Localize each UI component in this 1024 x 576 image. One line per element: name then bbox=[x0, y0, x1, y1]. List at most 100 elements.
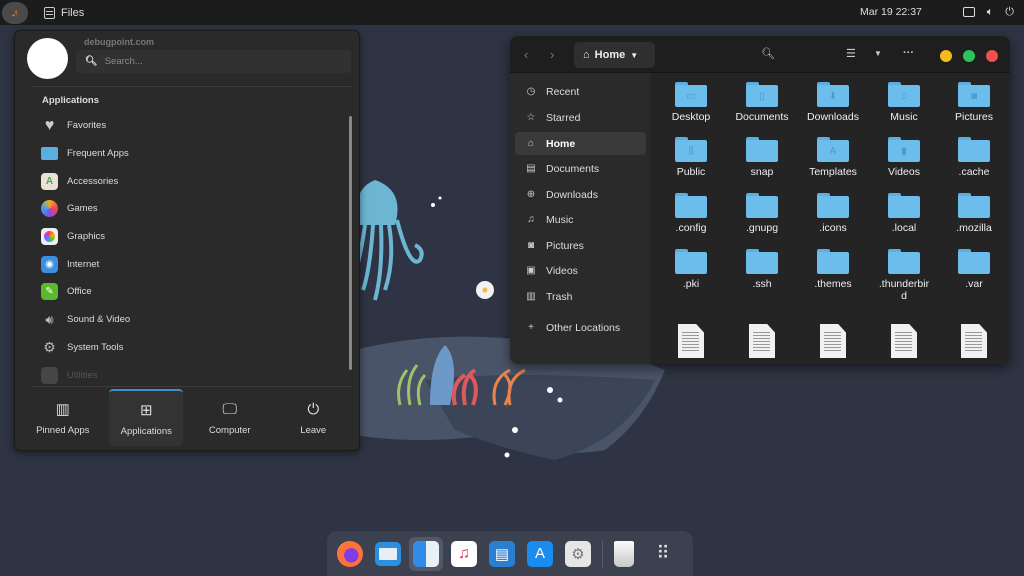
dock-app-store[interactable]: A bbox=[526, 540, 554, 568]
forward-button[interactable]: › bbox=[550, 47, 554, 62]
notifications-icon[interactable] bbox=[962, 7, 975, 17]
list-view-button[interactable]: ☰ bbox=[846, 47, 856, 60]
search-button[interactable]: 🔍︎ bbox=[761, 47, 775, 60]
folder-item[interactable]: ◙ Pictures bbox=[942, 81, 1006, 123]
accessories-icon: A bbox=[41, 172, 58, 190]
menu-search[interactable]: 🔍︎ bbox=[76, 50, 351, 73]
tab-pinned-apps[interactable]: ▥ Pinned Apps bbox=[26, 389, 100, 446]
home-icon: ⌂ bbox=[527, 138, 535, 149]
category-sound-video[interactable]: 🔊︎ Sound & Video bbox=[41, 306, 130, 334]
settings-app-icon: ⚙ bbox=[565, 540, 591, 567]
file-name: .thunderbird bbox=[878, 278, 930, 302]
category-frequent-apps[interactable]: Frequent Apps bbox=[41, 140, 130, 168]
folder-item[interactable]: .pki bbox=[659, 248, 723, 290]
top-panel: ♪ Files Mar 19 22:37 🔈︎ ⏻ bbox=[0, 0, 1024, 25]
folder-emblem: ▮ bbox=[901, 145, 907, 157]
category-games[interactable]: Games bbox=[41, 195, 130, 223]
file-item[interactable] bbox=[942, 324, 1006, 358]
sidebar-item-videos[interactable]: ▣ Videos bbox=[515, 259, 646, 282]
category-accessories[interactable]: A Accessories bbox=[41, 167, 130, 195]
sidebar-item-recent[interactable]: ◷ Recent bbox=[515, 80, 646, 103]
close-button[interactable] bbox=[986, 50, 998, 62]
sidebar-item-starred[interactable]: ☆ Starred bbox=[515, 106, 646, 129]
sidebar-item-downloads[interactable]: ⊕ Downloads bbox=[515, 183, 646, 206]
folder-item[interactable]: A Templates bbox=[801, 136, 865, 178]
app-menu-button[interactable]: ♪ bbox=[2, 1, 28, 24]
maximize-button[interactable] bbox=[963, 50, 975, 62]
divider bbox=[33, 86, 351, 87]
folder-item[interactable]: ▮ Videos bbox=[872, 136, 936, 178]
folder-item[interactable]: .thunderbird bbox=[872, 248, 936, 302]
search-input[interactable] bbox=[104, 56, 325, 67]
dock-trash[interactable] bbox=[610, 540, 638, 568]
dock-writer[interactable]: ▤ bbox=[488, 540, 516, 568]
menu-tabs: ▥ Pinned Apps ⊞ Applications 🖵︎ Computer ⏻ L… bbox=[15, 389, 361, 451]
path-bar-home[interactable]: ⌂ Home ▼ bbox=[574, 42, 655, 68]
folder-item[interactable]: .themes bbox=[801, 248, 865, 290]
dock-firefox[interactable] bbox=[336, 540, 364, 568]
dock-music[interactable]: ♫ bbox=[450, 540, 478, 568]
folder-emblem bbox=[888, 252, 920, 274]
sidebar-item-music[interactable]: ♫ Music bbox=[515, 208, 646, 231]
sidebar-item-trash[interactable]: ▥ Trash bbox=[515, 285, 646, 308]
category-system-tools[interactable]: ⚙ System Tools bbox=[41, 334, 130, 362]
folder-item[interactable]: .icons bbox=[801, 192, 865, 234]
category-scrollbar[interactable] bbox=[349, 116, 352, 370]
user-avatar[interactable] bbox=[27, 38, 68, 79]
file-item[interactable] bbox=[730, 324, 794, 358]
search-icon: 🔍︎ bbox=[85, 56, 98, 67]
application-menu: debugpoint.com 🔍︎ Applications ♥Favorite… bbox=[14, 30, 360, 451]
folder-item[interactable]: .var bbox=[942, 248, 1006, 290]
back-button[interactable]: ‹ bbox=[524, 47, 528, 62]
folder-item[interactable]: .mozilla bbox=[942, 192, 1006, 234]
sidebar-item-home[interactable]: ⌂ Home bbox=[515, 132, 646, 155]
dock-files[interactable] bbox=[409, 536, 443, 571]
folder-item[interactable]: ▯ Documents bbox=[730, 81, 794, 123]
category-office[interactable]: ✎ Office bbox=[41, 278, 130, 306]
folder-item[interactable]: snap bbox=[730, 136, 794, 178]
folder-item[interactable]: .cache bbox=[942, 136, 1006, 178]
folder-icon: A bbox=[817, 137, 849, 162]
document-app-icon: ▤ bbox=[489, 540, 515, 567]
folder-item[interactable]: ⬇ Downloads bbox=[801, 81, 865, 123]
tab-applications[interactable]: ⊞ Applications bbox=[109, 389, 184, 446]
sidebar-item-documents[interactable]: ▤ Documents bbox=[515, 157, 646, 180]
internet-icon: ◉ bbox=[41, 255, 58, 273]
category-internet[interactable]: ◉ Internet bbox=[41, 250, 130, 278]
sidebar-item-other-locations[interactable]: + Other Locations bbox=[515, 316, 646, 339]
clock-icon: ◷ bbox=[526, 86, 536, 97]
folder-item[interactable]: ▭ Desktop bbox=[659, 81, 723, 123]
category-utilities[interactable]: Utilities bbox=[41, 361, 130, 389]
dock-show-apps[interactable]: ⠿ bbox=[648, 540, 676, 568]
power-icon[interactable]: ⏻ bbox=[1005, 5, 1014, 19]
dock-settings[interactable]: ⚙ bbox=[564, 540, 592, 568]
folder-item[interactable]: .local bbox=[872, 192, 936, 234]
menu-button[interactable]: ··· bbox=[903, 47, 914, 59]
folder-item[interactable]: ♫ Music bbox=[872, 81, 936, 123]
file-name: .pki bbox=[682, 278, 700, 290]
tab-computer[interactable]: 🖵︎ Computer bbox=[193, 389, 267, 446]
folder-emblem bbox=[675, 196, 707, 218]
file-item[interactable] bbox=[872, 324, 936, 358]
view-options-button[interactable]: ▼ bbox=[874, 49, 882, 58]
folder-emblem: ♫ bbox=[900, 90, 908, 102]
minimize-button[interactable] bbox=[940, 50, 952, 62]
file-grid: ▭ Desktop ▯ Documents ⬇ Downloads ♫ Music ◙ Pictu… bbox=[650, 73, 1010, 364]
file-item[interactable] bbox=[659, 324, 723, 358]
file-item[interactable] bbox=[801, 324, 865, 358]
volume-icon[interactable]: 🔈︎ bbox=[987, 5, 994, 19]
clock[interactable]: Mar 19 22:37 bbox=[860, 6, 922, 18]
folder-item[interactable]: ⫼ Public bbox=[659, 136, 723, 178]
folder-item[interactable]: .config bbox=[659, 192, 723, 234]
file-name: Pictures bbox=[955, 111, 993, 123]
tab-leave[interactable]: ⏻ Leave bbox=[276, 389, 350, 446]
dock-mail[interactable] bbox=[374, 540, 402, 568]
file-name: snap bbox=[750, 166, 774, 178]
file-name: Music bbox=[890, 111, 918, 123]
active-app-indicator[interactable]: Files bbox=[44, 6, 84, 19]
folder-item[interactable]: .gnupg bbox=[730, 192, 794, 234]
category-graphics[interactable]: Graphics bbox=[41, 223, 130, 251]
sidebar-item-pictures[interactable]: ◙ Pictures bbox=[515, 234, 646, 257]
folder-item[interactable]: .ssh bbox=[730, 248, 794, 290]
category-favorites[interactable]: ♥ Favorites bbox=[41, 112, 130, 140]
